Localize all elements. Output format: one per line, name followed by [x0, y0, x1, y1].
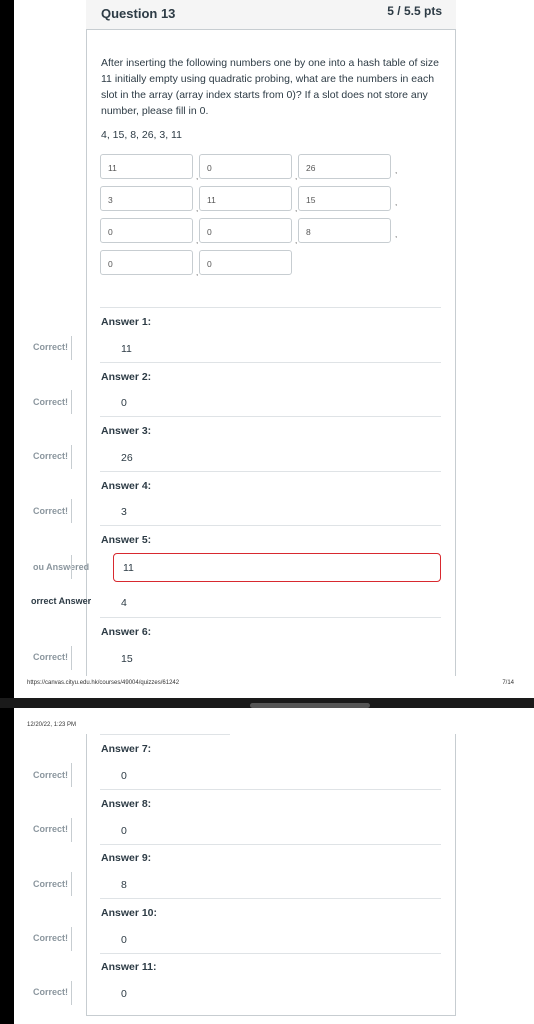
- status-tick: [71, 336, 72, 360]
- answer-value: 11: [121, 343, 132, 355]
- answer-divider: [100, 953, 441, 954]
- question-text: After inserting the following numbers on…: [101, 57, 439, 117]
- answer-divider: [100, 416, 441, 417]
- comma-separator: ,: [295, 204, 298, 213]
- answer-value: 0: [121, 988, 127, 1000]
- answer-label: Answer 7:: [101, 743, 152, 755]
- answer-value: 0: [121, 825, 127, 837]
- status-tick: [71, 390, 72, 414]
- answer-label: Answer 5:: [101, 534, 152, 546]
- answer-input-11[interactable]: 0: [199, 250, 292, 275]
- comma-separator: ,: [295, 236, 298, 245]
- question-points: 5 / 5.5 pts: [387, 4, 442, 18]
- answer-label: Answer 9:: [101, 852, 152, 864]
- correct-status: Correct!: [33, 824, 69, 834]
- answer-value: 15: [121, 653, 133, 665]
- answer-input-10[interactable]: 0: [100, 250, 193, 275]
- question-box-continued: [86, 734, 456, 1016]
- correct-answer-value: 4: [121, 597, 127, 609]
- answer-value: 0: [121, 770, 127, 782]
- correct-status: Correct!: [33, 506, 69, 516]
- correct-status: Correct!: [33, 933, 69, 943]
- answer-label: Answer 11:: [101, 961, 157, 973]
- answer-value: 3: [121, 506, 127, 518]
- answer-divider: [100, 844, 441, 845]
- question-title: Question 13: [101, 6, 176, 21]
- answer-input-2[interactable]: 0: [199, 154, 292, 179]
- footer-url[interactable]: https://canvas.cityu.edu.hk/courses/4900…: [27, 680, 179, 686]
- answer-value: 0: [121, 934, 127, 946]
- answer-input-3[interactable]: 26: [298, 154, 391, 179]
- section-divider: [100, 307, 441, 308]
- status-tick: [71, 927, 72, 951]
- correct-status: Correct!: [33, 879, 69, 889]
- question-sequence: 4, 15, 8, 26, 3, 11: [101, 129, 182, 141]
- comma-separator: ,: [295, 172, 298, 181]
- answer-divider: [100, 471, 441, 472]
- comma-separator: ,: [196, 268, 199, 277]
- correct-status: Correct!: [33, 397, 69, 407]
- correct-status: Correct!: [33, 770, 69, 780]
- answer-input-5[interactable]: 11: [199, 186, 292, 211]
- pdf-page-2: 12/20/22, 1:23 PM Answer 7: Correct! 0 A…: [0, 708, 534, 1024]
- page-side-bar: [0, 708, 14, 1024]
- comma-separator: ,: [395, 230, 398, 239]
- status-tick: [71, 555, 72, 579]
- answer-value: 8: [121, 879, 127, 891]
- status-tick: [71, 981, 72, 1005]
- status-tick: [71, 818, 72, 842]
- status-tick: [71, 763, 72, 787]
- answer-divider: [100, 362, 441, 363]
- answer-value: 11: [123, 562, 134, 574]
- answer-label: Answer 8:: [101, 798, 152, 810]
- answer-input-4[interactable]: 3: [100, 186, 193, 211]
- correct-answer-status: orrect Answer: [31, 596, 92, 606]
- answer-label: Answer 2:: [101, 371, 152, 383]
- comma-separator: ,: [196, 172, 199, 181]
- status-tick: [71, 646, 72, 670]
- top-divider: [100, 734, 230, 735]
- answer-divider: [100, 789, 441, 790]
- wrong-answer-box: 11: [113, 553, 441, 582]
- answer-divider: [100, 898, 441, 899]
- status-tick: [71, 445, 72, 469]
- answer-input-1[interactable]: 11: [100, 154, 193, 179]
- answer-label: Answer 1:: [101, 316, 152, 328]
- answer-value: 26: [121, 452, 133, 464]
- comma-separator: ,: [395, 198, 398, 207]
- comma-separator: ,: [196, 204, 199, 213]
- answer-divider: [100, 525, 441, 526]
- pdf-page-1: Question 13 5 / 5.5 pts After inserting …: [0, 0, 534, 698]
- answer-input-7[interactable]: 0: [100, 218, 193, 243]
- faint-mark: [385, 724, 386, 730]
- status-tick: [71, 499, 72, 523]
- answer-label: Answer 10:: [101, 907, 158, 919]
- correct-status: Correct!: [33, 652, 69, 662]
- answer-value: 0: [121, 397, 127, 409]
- you-answered-status: ou Answered: [33, 562, 90, 572]
- answer-divider: [100, 617, 441, 618]
- comma-separator: ,: [196, 236, 199, 245]
- footer-page-number: 7/14: [502, 680, 514, 686]
- answer-label: Answer 4:: [101, 480, 152, 492]
- answer-input-8[interactable]: 0: [199, 218, 292, 243]
- page-header-date: 12/20/22, 1:23 PM: [27, 722, 77, 728]
- answer-input-6[interactable]: 15: [298, 186, 391, 211]
- question-header: Question 13 5 / 5.5 pts: [86, 0, 456, 30]
- answer-label: Answer 6:: [101, 626, 152, 638]
- answer-input-9[interactable]: 8: [298, 218, 391, 243]
- correct-status: Correct!: [33, 451, 69, 461]
- correct-status: Correct!: [33, 987, 69, 997]
- comma-separator: ,: [395, 166, 398, 175]
- status-tick: [71, 872, 72, 896]
- correct-status: Correct!: [33, 342, 69, 352]
- answer-label: Answer 3:: [101, 425, 152, 437]
- page-side-bar: [0, 0, 14, 698]
